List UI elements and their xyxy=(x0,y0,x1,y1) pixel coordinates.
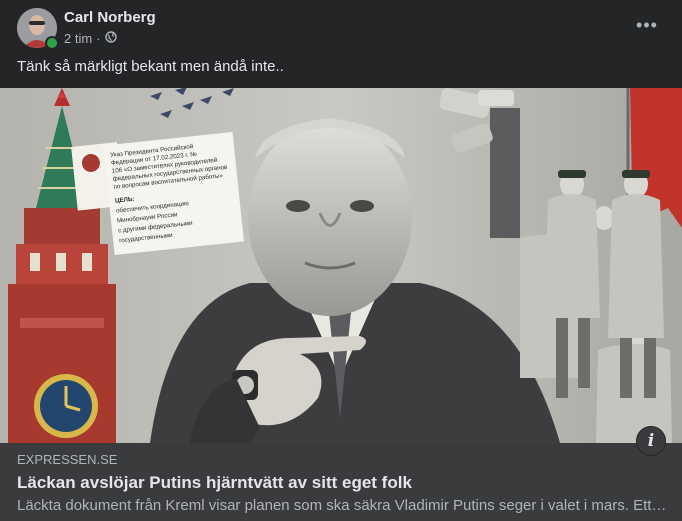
link-domain: EXPRESSEN.SE xyxy=(17,452,118,467)
more-options-icon: ••• xyxy=(636,14,658,35)
meta-separator: · xyxy=(96,31,101,46)
feed-post: Carl Norberg 2 tim · ••• Tänk så märklig… xyxy=(0,0,682,521)
online-status-indicator xyxy=(45,36,59,50)
post-time[interactable]: 2 tim xyxy=(64,31,92,46)
link-preview-image[interactable]: Указ Президента Российской Федерации от … xyxy=(0,88,682,443)
info-icon: i xyxy=(647,431,655,451)
author-name[interactable]: Carl Norberg xyxy=(64,9,156,26)
post-text: Tänk så märkligt bekant men ändå inte.. xyxy=(17,58,284,75)
info-button[interactable]: i xyxy=(636,426,666,456)
news-collage-image: Указ Президента Российской Федерации от … xyxy=(0,88,682,443)
globe-icon xyxy=(104,31,117,46)
link-description: Läckta dokument från Kreml visar planen … xyxy=(17,497,667,514)
more-options-button[interactable]: ••• xyxy=(630,10,664,40)
link-title[interactable]: Läckan avslöjar Putins hjärntvätt av sit… xyxy=(17,473,412,493)
link-preview-card[interactable]: EXPRESSEN.SE Läckan avslöjar Putins hjär… xyxy=(0,443,682,521)
post-meta: 2 tim · xyxy=(64,31,117,46)
